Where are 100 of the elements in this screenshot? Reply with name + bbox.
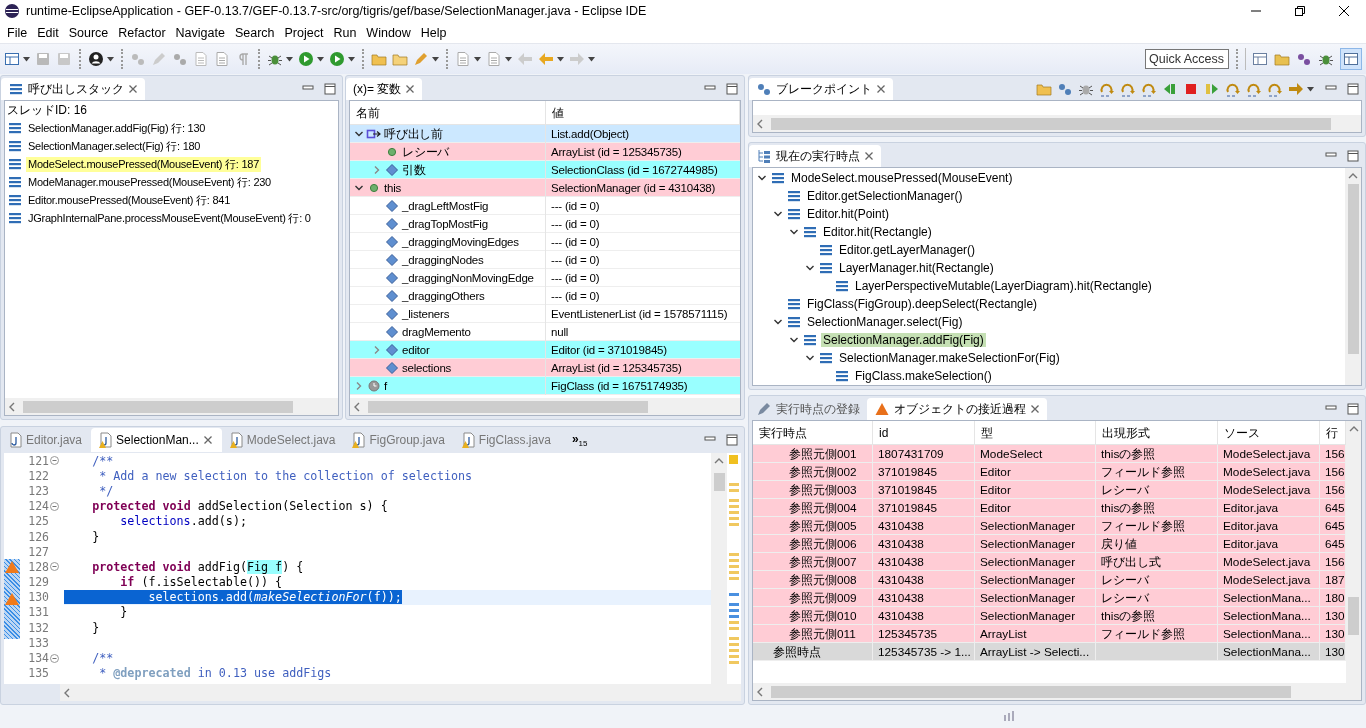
scroll-left-icon[interactable] [353, 401, 361, 412]
collapse-chevron-icon[interactable] [805, 263, 815, 273]
folder-icon[interactable] [392, 51, 408, 67]
stack-frame[interactable]: ModeManager.mousePressed(MouseEvent) 行: 230 [26, 174, 273, 190]
reference-row[interactable]: 参照元側004 371019845 Editor thisの参照 Editor.java 645 [753, 499, 1346, 517]
breakpoint-marker-icon[interactable] [5, 593, 19, 606]
menu-item[interactable]: Navigate [170, 25, 230, 40]
scroll-up-icon[interactable] [1348, 172, 1358, 180]
breakpoint-marker-icon[interactable] [5, 560, 19, 573]
reference-row[interactable]: 参照元側003 371019845 Editor レシーバ ModeSelect.java 156 [753, 481, 1346, 499]
maximize-icon[interactable] [1347, 150, 1359, 162]
fold-icon[interactable] [50, 501, 59, 511]
menu-item[interactable]: Search [229, 25, 280, 40]
highlighted-row[interactable]: this SelectionManager (id = 4310438) [350, 179, 740, 197]
collapse-chevron-icon[interactable] [354, 183, 364, 193]
caret-icon[interactable] [432, 56, 439, 62]
fold-icon[interactable] [50, 456, 59, 466]
stack-frame[interactable]: SelectionManager.addFig(Fig) 行: 130 [26, 120, 208, 136]
menu-item[interactable]: Run [328, 25, 362, 40]
editor-tab[interactable]: FigClass.java [453, 428, 560, 452]
view-tab[interactable]: (x)= 変数 [346, 78, 423, 100]
open-perspective-icon[interactable] [1252, 51, 1268, 67]
horizontal-scrollbar[interactable] [753, 683, 1361, 700]
step-icon[interactable] [1246, 81, 1262, 97]
editor-tab[interactable]: Editor.java [1, 428, 92, 452]
scroll-up-icon[interactable] [714, 457, 724, 465]
stack-frame[interactable]: ModeSelect.mousePressed(MouseEvent) 行: 187 [26, 156, 261, 172]
scroll-left-icon[interactable] [63, 687, 71, 698]
maximize-icon[interactable] [1347, 83, 1359, 95]
scroll-left-icon[interactable] [756, 686, 764, 697]
menu-item[interactable]: Help [415, 25, 452, 40]
menu-item[interactable]: Project [279, 25, 329, 40]
overflow-chevron[interactable]: » [571, 432, 579, 446]
view-tab[interactable]: オブジェクトの接近過程 [867, 398, 1047, 420]
expand-chevron-icon[interactable] [372, 165, 382, 175]
vertical-scrollbar[interactable] [1345, 168, 1361, 385]
step-back-icon[interactable] [1162, 81, 1178, 97]
fold-icon[interactable] [50, 653, 59, 663]
step-icon[interactable] [1141, 81, 1157, 97]
step-icon[interactable] [1120, 81, 1136, 97]
scroll-thumb[interactable] [1347, 184, 1359, 354]
highlighted-row[interactable]: 呼び出し前 List.add(Object) [350, 125, 740, 143]
fold-icon[interactable] [50, 562, 59, 572]
caret-icon[interactable] [107, 56, 114, 62]
balls-icon[interactable] [1057, 81, 1073, 97]
stop-icon[interactable] [1183, 81, 1199, 97]
point-row[interactable]: 参照時点 125345735 -> 1... ArrayList -> Selecti... SelectionMana... 130 [753, 643, 1346, 661]
highlighted-row[interactable]: editor Editor (id = 371019845) [350, 341, 740, 359]
highlighted-row[interactable]: レシーバ ArrayList (id = 125345735) [350, 143, 740, 161]
quick-access-field[interactable]: Quick Access [1145, 49, 1229, 69]
stack-frame[interactable]: SelectionManager.select(Fig) 行: 180 [26, 138, 203, 154]
reference-row[interactable]: 参照元側010 4310438 SelectionManager thisの参照 SelectionMana... 130 [753, 607, 1346, 625]
reference-row[interactable]: 参照元側006 4310438 SelectionManager 戻り値 Editor.java 645 [753, 535, 1346, 553]
horizontal-scrollbar[interactable] [5, 398, 338, 415]
tree-item[interactable]: ModeSelect.mousePressed(MouseEvent) [789, 171, 1015, 185]
document-icon[interactable] [214, 51, 230, 67]
scroll-thumb[interactable] [713, 473, 725, 491]
caret-icon[interactable] [348, 56, 355, 62]
tree-item[interactable]: FigClass.makeSelection() [853, 369, 994, 383]
tree-item[interactable]: FigClass(FigGroup).deepSelect(Rectangle) [805, 297, 1040, 311]
caret-icon[interactable] [474, 56, 481, 62]
tree-item[interactable]: Editor.hit(Point) [805, 207, 892, 221]
highlighted-row[interactable]: selections ArrayList (id = 125345735) [350, 359, 740, 377]
reference-row[interactable]: 参照元側001 1807431709 ModeSelect thisの参照 ModeSelect.java 156 [753, 445, 1346, 463]
menu-item[interactable]: Refactor [113, 25, 171, 40]
menu-item[interactable]: File [2, 25, 33, 40]
tree-item[interactable]: Editor.hit(Rectangle) [821, 225, 934, 239]
expand-chevron-icon[interactable] [354, 381, 364, 391]
tree-item[interactable]: SelectionManager.select(Fig) [805, 315, 965, 329]
maximize-icon[interactable] [1295, 6, 1305, 16]
caret-icon[interactable] [286, 56, 293, 62]
scroll-thumb[interactable] [771, 117, 1331, 130]
folder-icon[interactable] [1036, 81, 1052, 97]
tree-item[interactable]: Editor.getSelectionManager() [805, 189, 965, 203]
caret-icon[interactable] [505, 56, 512, 62]
maximize-icon[interactable] [1347, 403, 1359, 415]
scroll-thumb[interactable] [368, 400, 648, 413]
step-icon[interactable] [1099, 81, 1115, 97]
close-icon[interactable] [1339, 6, 1349, 16]
scroll-thumb[interactable] [1348, 597, 1360, 635]
reference-row[interactable]: 参照元側002 371019845 Editor フィールド参照 ModeSelect.java 156 [753, 463, 1346, 481]
scroll-thumb[interactable] [23, 400, 293, 413]
menu-item[interactable]: Edit [32, 25, 64, 40]
menu-item[interactable]: Source [63, 25, 114, 40]
scroll-up-icon[interactable] [1348, 425, 1359, 433]
new-window-icon[interactable] [4, 51, 20, 67]
menu-item[interactable]: Window [361, 25, 416, 40]
scroll-left-icon[interactable] [756, 118, 764, 129]
run-icon[interactable] [298, 51, 314, 67]
caret-icon[interactable] [588, 56, 595, 62]
reference-row[interactable]: 参照元側009 4310438 SelectionManager レシーバ SelectionMana... 180 [753, 589, 1346, 607]
highlighted-row[interactable]: 引数 SelectionClass (id = 1672744985) [350, 161, 740, 179]
horizontal-scrollbar[interactable] [753, 115, 1361, 132]
maximize-icon[interactable] [726, 434, 738, 446]
view-tab[interactable]: 現在の実行時点 [749, 145, 881, 167]
tree-item[interactable]: Editor.getLayerManager() [837, 243, 978, 257]
expand-chevron-icon[interactable] [372, 345, 382, 355]
caret-icon[interactable] [317, 56, 324, 62]
reference-row[interactable]: 参照元側011 125345735 ArrayList フィールド参照 SelectionMana... 130 [753, 625, 1346, 643]
scroll-left-icon[interactable] [8, 401, 16, 412]
